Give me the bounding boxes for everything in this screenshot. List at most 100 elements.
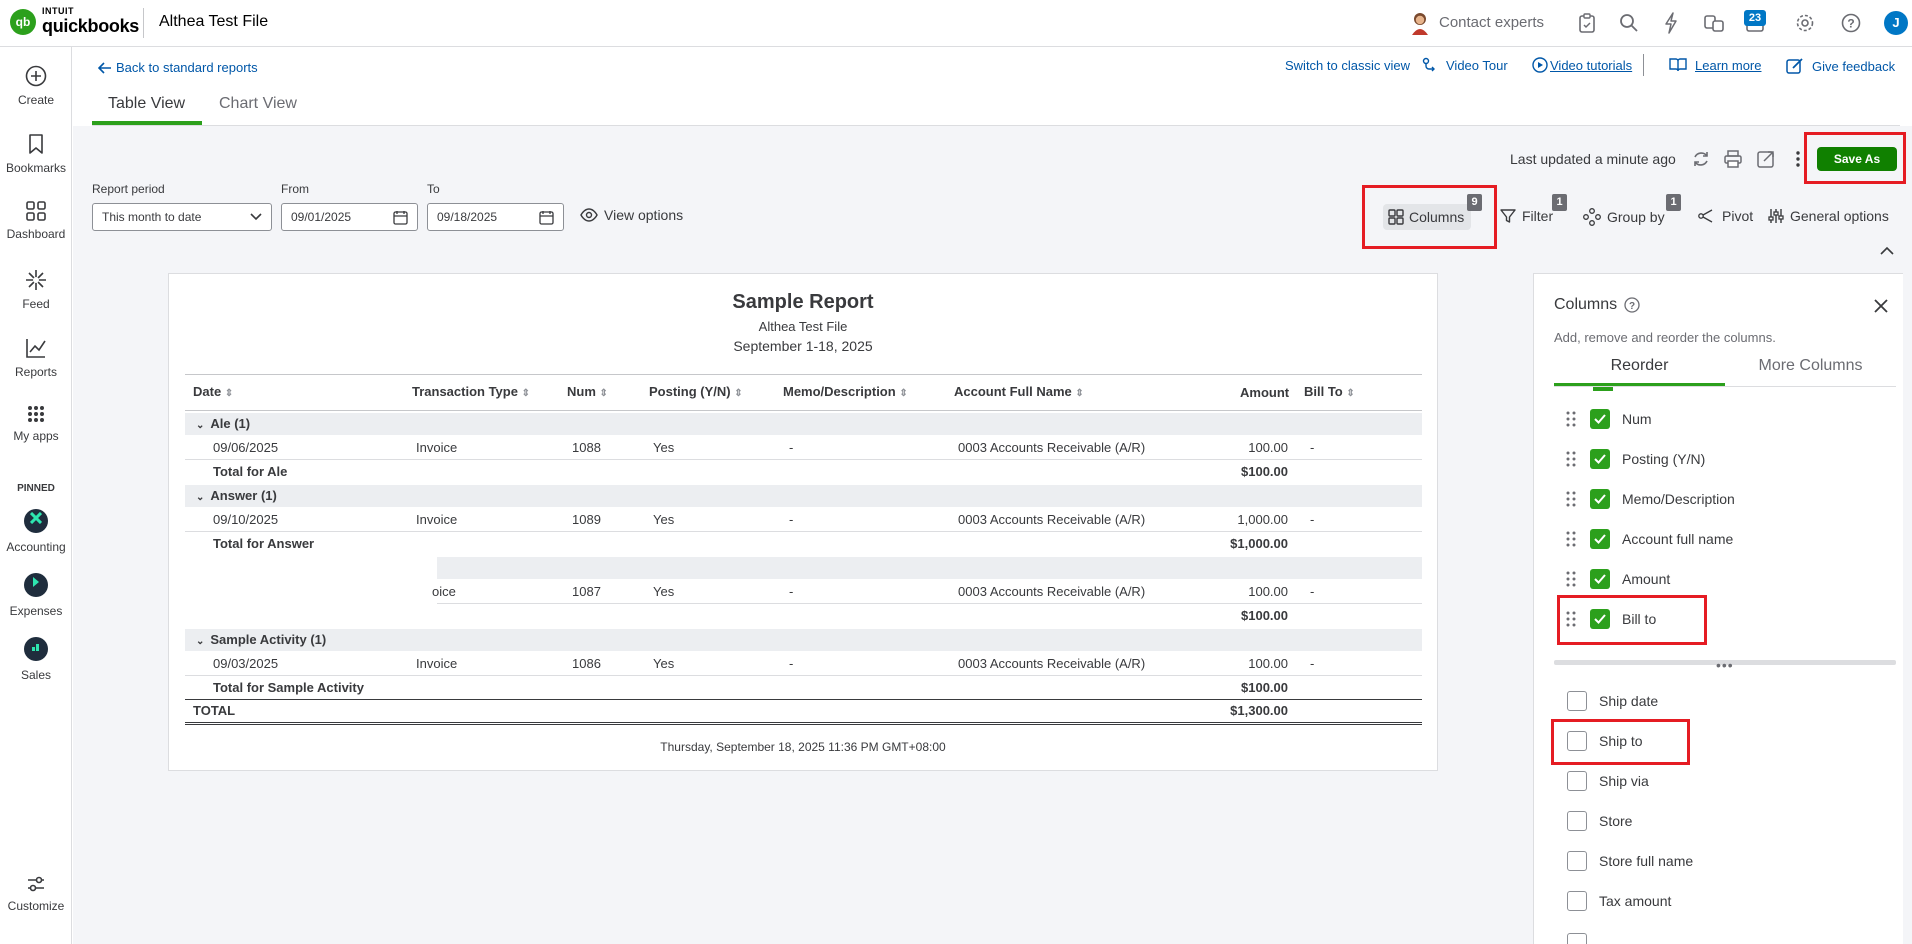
nav-bookmarks[interactable]: Bookmarks — [0, 133, 72, 175]
switch-classic-view-link[interactable]: Switch to classic view — [1285, 58, 1410, 73]
nav-customize[interactable]: Customize — [0, 875, 72, 913]
column-option-num[interactable]: Num — [1566, 405, 1652, 433]
column-header-date[interactable]: Date ⇕ — [193, 384, 233, 399]
column-option-store-full-name[interactable]: Store full name — [1567, 847, 1693, 875]
chevron-down-icon[interactable]: ⌄ — [196, 636, 204, 647]
calendar-icon[interactable] — [393, 210, 408, 225]
group-header[interactable]: ⌄ Ale (1) — [196, 416, 250, 431]
view-options-button[interactable]: View options — [580, 207, 683, 223]
cell-type[interactable]: Invoice — [416, 440, 457, 455]
cell-type[interactable]: oice — [432, 584, 456, 599]
column-option-amount[interactable]: Amount — [1566, 565, 1670, 593]
column-header-bill-to[interactable]: Bill To ⇕ — [1304, 384, 1355, 399]
chevron-down-icon[interactable]: ⌄ — [196, 420, 204, 431]
user-avatar[interactable]: J — [1884, 11, 1908, 35]
checkbox-checked[interactable] — [1590, 449, 1610, 469]
gear-icon[interactable] — [1795, 13, 1815, 33]
to-date-input[interactable]: 09/18/2025 — [427, 203, 564, 231]
report-period-select[interactable]: This month to date — [92, 203, 272, 231]
drag-handle-icon[interactable] — [1566, 571, 1576, 587]
checkbox-unchecked[interactable] — [1567, 811, 1587, 831]
nav-sales[interactable]: Sales — [0, 637, 72, 682]
checkbox-unchecked[interactable] — [1567, 691, 1587, 711]
column-header-num[interactable]: Num ⇕ — [567, 384, 608, 399]
info-icon[interactable]: ? — [1624, 297, 1640, 313]
column-option-posting[interactable]: Posting (Y/N) — [1566, 445, 1705, 473]
refresh-icon[interactable] — [1692, 150, 1710, 168]
tab-more-columns[interactable]: More Columns — [1725, 357, 1896, 375]
more-horizontal-icon[interactable]: ••• — [1716, 657, 1734, 673]
cell-type[interactable]: Invoice — [416, 656, 457, 671]
column-option-ship-to[interactable]: Ship to — [1567, 727, 1643, 755]
search-icon[interactable] — [1619, 13, 1639, 33]
group-header[interactable]: ⌄ Sample Activity (1) — [196, 632, 326, 647]
nav-feed[interactable]: Feed — [0, 269, 72, 311]
group-header-row[interactable] — [185, 485, 1422, 507]
drag-handle-icon[interactable] — [1566, 611, 1576, 627]
nav-reports[interactable]: Reports — [0, 337, 72, 379]
tab-table-view[interactable]: Table View — [108, 95, 185, 113]
tab-chart-view[interactable]: Chart View — [219, 95, 297, 113]
give-feedback-link[interactable]: Give feedback — [1786, 57, 1895, 75]
more-vertical-icon[interactable] — [1795, 150, 1801, 168]
nav-expenses[interactable]: Expenses — [0, 573, 72, 618]
save-as-button[interactable]: Save As — [1817, 147, 1897, 171]
columns-button[interactable]: Columns — [1383, 204, 1471, 230]
drag-handle-icon[interactable] — [1566, 451, 1576, 467]
checkbox-unchecked[interactable] — [1567, 771, 1587, 791]
apps-switcher-icon[interactable] — [1704, 13, 1724, 33]
checkbox-checked[interactable] — [1590, 569, 1610, 589]
close-icon[interactable] — [1873, 298, 1889, 314]
sort-icon[interactable]: ⇕ — [734, 388, 742, 399]
checkbox-checked[interactable] — [1590, 609, 1610, 629]
chevron-down-icon[interactable]: ⌄ — [196, 492, 204, 503]
drag-handle-icon[interactable] — [1566, 531, 1576, 547]
sort-icon[interactable]: ⇕ — [225, 388, 233, 399]
checkbox-unchecked[interactable] — [1567, 731, 1587, 751]
video-tutorials-link[interactable]: Video tutorials — [1532, 57, 1632, 73]
column-option-account[interactable]: Account full name — [1566, 525, 1733, 553]
contact-experts-link[interactable]: Contact experts — [1439, 14, 1544, 31]
group-header-row[interactable] — [185, 629, 1422, 651]
column-option-memo[interactable]: Memo/Description — [1566, 485, 1735, 513]
collapse-chevron-up-icon[interactable] — [1880, 246, 1894, 255]
calendar-icon[interactable] — [539, 210, 554, 225]
column-header-transaction-type[interactable]: Transaction Type ⇕ — [412, 384, 530, 399]
from-date-input[interactable]: 09/01/2025 — [281, 203, 418, 231]
sort-icon[interactable]: ⇕ — [1075, 388, 1083, 399]
column-header-posting[interactable]: Posting (Y/N) ⇕ — [649, 384, 743, 399]
filter-button[interactable]: Filter — [1500, 208, 1553, 224]
expert-avatar-icon[interactable] — [1410, 11, 1430, 35]
clipboard-icon[interactable] — [1578, 13, 1596, 33]
drag-handle-icon[interactable] — [1566, 411, 1576, 427]
group-header[interactable]: ⌄ Answer (1) — [196, 488, 277, 503]
column-header-memo[interactable]: Memo/Description ⇕ — [783, 384, 908, 399]
checkbox-checked[interactable] — [1590, 529, 1610, 549]
tab-reorder[interactable]: Reorder — [1554, 357, 1725, 375]
print-icon[interactable] — [1724, 150, 1742, 168]
checkbox-checked[interactable] — [1590, 489, 1610, 509]
sort-icon[interactable]: ⇕ — [1346, 388, 1354, 399]
checkbox-unchecked[interactable] — [1567, 891, 1587, 911]
checkbox-checked[interactable] — [1590, 409, 1610, 429]
column-header-account[interactable]: Account Full Name ⇕ — [954, 384, 1084, 399]
cell-type[interactable]: Invoice — [416, 512, 457, 527]
sort-icon[interactable]: ⇕ — [600, 388, 608, 399]
quickbooks-logo-icon[interactable]: qb — [10, 9, 36, 35]
learn-more-link[interactable]: Learn more — [1669, 57, 1761, 73]
column-header-amount[interactable]: Amount — [1240, 385, 1289, 400]
column-option-tax-amount[interactable]: Tax amount — [1567, 887, 1671, 915]
lightning-icon[interactable] — [1663, 12, 1679, 34]
group-header-row[interactable] — [185, 413, 1422, 435]
drag-handle-icon[interactable] — [1566, 491, 1576, 507]
column-option-store[interactable]: Store — [1567, 807, 1632, 835]
video-tour-link[interactable]: Video Tour — [1422, 57, 1508, 73]
nav-create[interactable]: Create — [0, 65, 72, 107]
sort-icon[interactable]: ⇕ — [522, 388, 530, 399]
back-to-reports-link[interactable]: Back to standard reports — [98, 60, 258, 75]
general-options-button[interactable]: General options — [1768, 208, 1889, 224]
help-icon[interactable]: ? — [1841, 13, 1861, 33]
sort-icon[interactable]: ⇕ — [899, 388, 907, 399]
column-option-ship-via[interactable]: Ship via — [1567, 767, 1649, 795]
checkbox-unchecked[interactable] — [1567, 851, 1587, 871]
